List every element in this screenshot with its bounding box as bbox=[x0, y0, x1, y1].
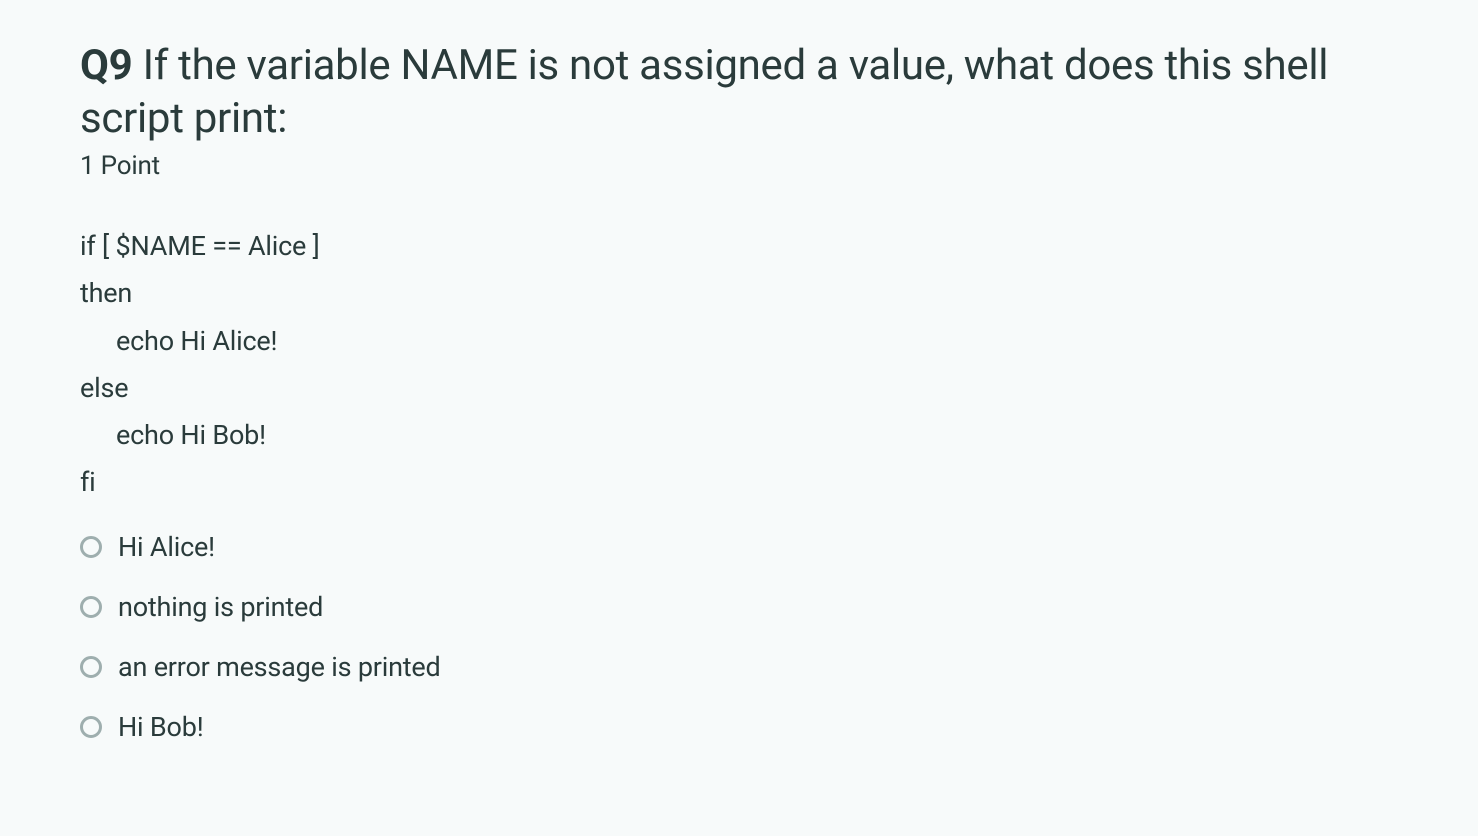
question-text: If the variable NAME is not assigned a v… bbox=[80, 41, 1328, 143]
question-number: Q9 bbox=[80, 41, 132, 90]
code-line: echo Hi Bob! bbox=[80, 412, 1398, 459]
option-nothing-printed[interactable]: nothing is printed bbox=[80, 591, 1398, 623]
radio-icon bbox=[80, 596, 102, 618]
option-hi-bob[interactable]: Hi Bob! bbox=[80, 711, 1398, 743]
code-line: if [ $NAME == Alice ] bbox=[80, 223, 1398, 270]
question-points: 1 Point bbox=[80, 151, 1398, 181]
option-label: Hi Alice! bbox=[118, 531, 215, 563]
option-label: Hi Bob! bbox=[118, 711, 203, 743]
option-label: nothing is printed bbox=[118, 591, 323, 623]
option-label: an error message is printed bbox=[118, 651, 441, 683]
option-error-message[interactable]: an error message is printed bbox=[80, 651, 1398, 683]
radio-icon bbox=[80, 536, 102, 558]
option-hi-alice[interactable]: Hi Alice! bbox=[80, 531, 1398, 563]
options-list: Hi Alice! nothing is printed an error me… bbox=[80, 531, 1398, 743]
question-container: Q9 If the variable NAME is not assigned … bbox=[0, 0, 1478, 783]
radio-icon bbox=[80, 716, 102, 738]
radio-icon bbox=[80, 656, 102, 678]
question-heading: Q9 If the variable NAME is not assigned … bbox=[80, 40, 1398, 145]
code-line: else bbox=[80, 365, 1398, 412]
code-line: then bbox=[80, 270, 1398, 317]
code-block: if [ $NAME == Alice ] then echo Hi Alice… bbox=[80, 223, 1398, 507]
code-line: fi bbox=[80, 459, 1398, 506]
code-line: echo Hi Alice! bbox=[80, 318, 1398, 365]
